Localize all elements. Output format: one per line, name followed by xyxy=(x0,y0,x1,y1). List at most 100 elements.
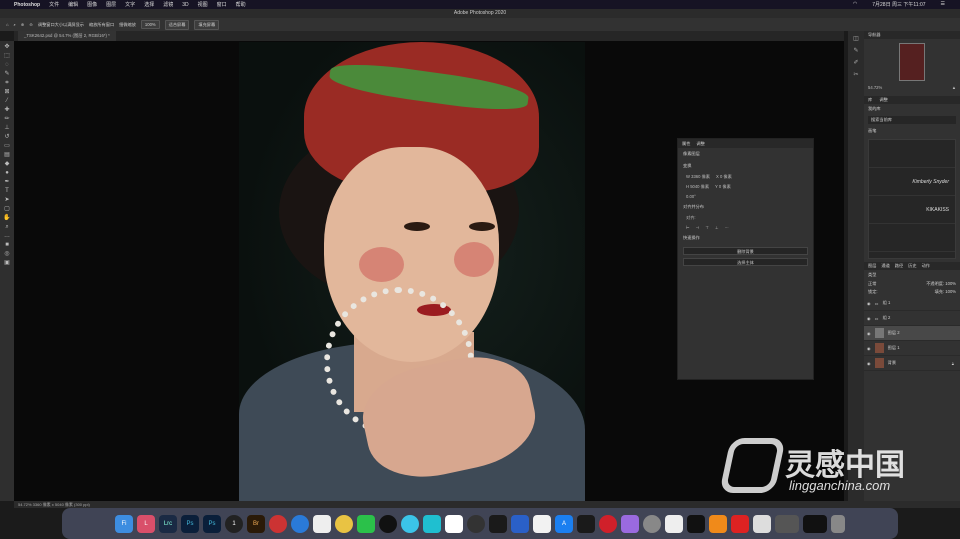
shape-tool-icon[interactable]: ▢ xyxy=(3,206,11,213)
eraser-tool-icon[interactable]: ▭ xyxy=(3,143,11,150)
transform-title[interactable]: 变换 xyxy=(678,160,813,172)
more-tools-icon[interactable]: … xyxy=(3,233,11,240)
photoshop-icon[interactable]: Ps xyxy=(181,514,199,533)
chrome-icon[interactable] xyxy=(335,514,353,533)
screen-mode-icon[interactable]: ▣ xyxy=(3,260,11,267)
eye-icon[interactable]: ◉ xyxy=(867,331,871,336)
crop-tool-icon[interactable]: ⌗ xyxy=(3,80,11,87)
layer-row[interactable]: ◉ ▭ 组 1 xyxy=(864,296,960,311)
photoshop-2-icon[interactable]: Ps xyxy=(203,514,221,533)
launchpad-icon[interactable]: L xyxy=(137,514,155,533)
fill-field[interactable]: 填充: 100% xyxy=(935,289,956,295)
stamp-tool-icon[interactable]: ⊥ xyxy=(3,125,11,132)
fit-screen-button[interactable]: 适合屏幕 xyxy=(164,19,190,30)
marquee-tool-icon[interactable]: ⬚ xyxy=(3,53,11,60)
brush-tool-icon[interactable]: ✏ xyxy=(3,116,11,123)
healing-tool-icon[interactable]: ✚ xyxy=(3,107,11,114)
zoom-out-icon[interactable]: ⊖ xyxy=(29,22,33,27)
blend-mode-select[interactable]: 正常 xyxy=(868,281,876,287)
height-field[interactable]: H 5040 像素 xyxy=(686,184,709,190)
edge-icon[interactable] xyxy=(291,514,309,533)
history-brush-icon[interactable]: ↺ xyxy=(3,134,11,141)
zoom-in-icon[interactable]: ⊕ xyxy=(21,22,25,27)
menu-help[interactable]: 帮助 xyxy=(236,1,246,8)
hand-tool-icon[interactable]: ✋ xyxy=(3,215,11,222)
blur-tool-icon[interactable]: ◆ xyxy=(3,161,11,168)
trash-icon[interactable] xyxy=(831,514,845,533)
menu-file[interactable]: 文件 xyxy=(49,1,59,8)
tab-adjustments[interactable]: 调整 xyxy=(696,141,704,147)
quick-actions-title[interactable]: 快速操作 xyxy=(678,232,813,244)
zoom-tool-side-icon[interactable]: ⌕ xyxy=(3,224,11,231)
angle-field[interactable]: 0.00° xyxy=(686,194,696,199)
menu-view[interactable]: 视图 xyxy=(198,1,208,8)
app-icon[interactable] xyxy=(423,514,441,533)
gradient-tool-icon[interactable]: ▤ xyxy=(3,152,11,159)
navigator-icon[interactable]: ◫ xyxy=(852,35,860,43)
app-icon[interactable] xyxy=(269,514,287,533)
align-center-icon[interactable]: ⊣ xyxy=(696,225,700,230)
app-store-icon[interactable]: A xyxy=(555,514,573,533)
menu-photoshop[interactable]: Photoshop xyxy=(14,2,40,8)
scrubby-zoom-checkbox[interactable]: 细微缩放 xyxy=(119,22,136,28)
library-name[interactable]: 我的库 xyxy=(864,104,960,114)
zoom-tool-icon[interactable]: ⌕ xyxy=(14,22,16,27)
type-tool-icon[interactable]: T xyxy=(3,188,11,195)
eye-icon[interactable]: ◉ xyxy=(867,361,871,366)
vlc-icon[interactable] xyxy=(709,514,727,533)
app-icon[interactable] xyxy=(753,514,771,533)
brush-item[interactable] xyxy=(869,140,955,168)
lock-icon[interactable]: 🔒︎ xyxy=(952,361,954,366)
wifi-icon[interactable]: ◠ xyxy=(853,1,857,8)
photos-icon[interactable] xyxy=(533,514,551,533)
app-icon[interactable] xyxy=(665,514,683,533)
menu-image[interactable]: 图像 xyxy=(87,1,97,8)
fill-screen-button[interactable]: 填充屏幕 xyxy=(194,19,220,30)
navigator-tab[interactable]: 导航器 xyxy=(864,31,960,39)
tab-actions[interactable]: 动作 xyxy=(922,262,930,270)
library-search[interactable]: 搜索当前库 xyxy=(868,116,956,124)
brush-settings-icon[interactable]: ✎ xyxy=(852,47,860,55)
document-image[interactable] xyxy=(239,42,585,501)
menu-window[interactable]: 窗口 xyxy=(217,1,227,8)
document-tab[interactable]: _TSK2642.psd @ 54.7% (图层 2, RGB/16*) * xyxy=(18,31,116,41)
tab-libraries[interactable]: 库 xyxy=(868,97,872,102)
frame-tool-icon[interactable]: ⊠ xyxy=(3,89,11,96)
zoom-all-windows-checkbox[interactable]: 缩放所有窗口 xyxy=(89,22,114,28)
app-icon[interactable] xyxy=(445,514,463,533)
finder-icon[interactable]: Fi xyxy=(115,514,133,533)
width-field[interactable]: W 3360 像素 xyxy=(686,174,710,180)
qq-icon[interactable] xyxy=(379,514,397,533)
lasso-tool-icon[interactable]: ◌ xyxy=(3,62,11,69)
path-select-icon[interactable]: ➤ xyxy=(3,197,11,204)
more-options-icon[interactable]: ⋯ xyxy=(725,225,729,230)
navigator-zoom[interactable]: 54.72% xyxy=(868,85,882,90)
y-field[interactable]: Y 0 像素 xyxy=(715,184,731,190)
x-field[interactable]: X 0 像素 xyxy=(716,174,732,180)
menu-edit[interactable]: 编辑 xyxy=(68,1,78,8)
layer-row-active[interactable]: ◉ 图层 2 xyxy=(864,326,960,341)
app-icon[interactable] xyxy=(731,514,749,533)
tab-channels[interactable]: 通道 xyxy=(881,262,889,270)
pen-tool-icon[interactable]: ✒ xyxy=(3,179,11,186)
eyedropper-tool-icon[interactable]: ⁄ xyxy=(3,98,11,105)
dodge-tool-icon[interactable]: ● xyxy=(3,170,11,177)
app-icon[interactable] xyxy=(577,514,595,533)
tab-history[interactable]: 历史 xyxy=(908,262,916,270)
eye-icon[interactable]: ◉ xyxy=(867,346,871,351)
app-icon[interactable] xyxy=(467,514,485,533)
app-icon[interactable] xyxy=(489,514,507,533)
layer-filter-kind[interactable]: 类型 xyxy=(864,270,960,280)
zoom-slider[interactable]: ▲ xyxy=(952,85,956,90)
menu-layer[interactable]: 图层 xyxy=(106,1,116,8)
select-subject-button[interactable]: 选择主体 xyxy=(683,258,808,266)
navigator-thumbnail[interactable] xyxy=(899,43,925,81)
lightroom-icon[interactable]: Lrc xyxy=(159,514,177,533)
video-icon[interactable] xyxy=(511,514,529,533)
window-icon[interactable] xyxy=(803,514,827,533)
home-icon[interactable]: ⌂ xyxy=(6,22,9,27)
menu-3d[interactable]: 3D xyxy=(182,2,188,8)
layer-row[interactable]: ◉ ▭ 组 2 xyxy=(864,311,960,326)
remove-background-button[interactable]: 删除背景 xyxy=(683,247,808,255)
clock[interactable]: 7月28日 周三 下午11:07 xyxy=(872,1,925,8)
